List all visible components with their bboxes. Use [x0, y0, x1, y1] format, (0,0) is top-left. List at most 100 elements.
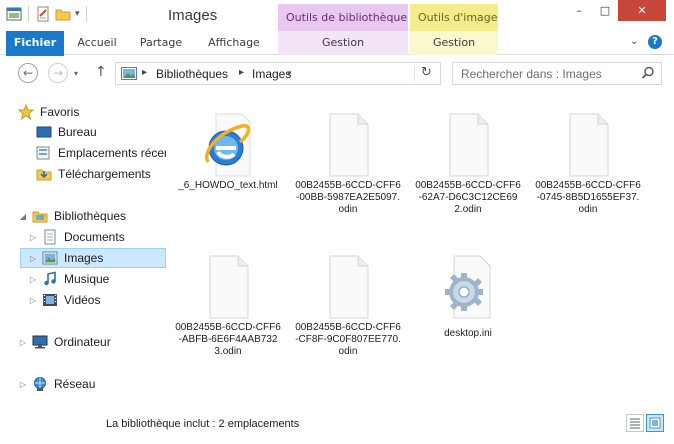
breadcrumb-images[interactable]: Images	[252, 67, 291, 81]
details-view-button[interactable]	[626, 414, 644, 432]
minimize-button[interactable]: –	[566, 0, 592, 21]
large-icons-view-icon	[649, 417, 661, 429]
address-row: ← → ▾ ↑ ▸ Bibliothèques ▸ Images ↻ ▾ Rec…	[0, 56, 674, 90]
address-history-dropdown-icon[interactable]: ▾	[287, 69, 292, 79]
forward-button[interactable]: →	[48, 63, 68, 83]
nav-images-label: Images	[64, 251, 104, 265]
documents-icon	[44, 229, 56, 245]
details-view-icon	[630, 418, 640, 429]
nav-documents-label: Documents	[64, 230, 125, 244]
nav-recent-places-label: Emplacements récents	[58, 146, 166, 160]
tab-home[interactable]: Accueil	[66, 31, 128, 55]
nav-music[interactable]: ▷ Musique	[28, 269, 166, 289]
nav-computer-label: Ordinateur	[54, 335, 111, 349]
nav-computer[interactable]: ▷ Ordinateur	[18, 332, 166, 352]
expand-arrow-icon[interactable]: ▷	[18, 380, 28, 389]
search-input[interactable]: Rechercher dans : Images	[452, 62, 662, 85]
nav-favorites-label: Favoris	[40, 105, 80, 119]
expand-arrow-icon[interactable]: ▷	[28, 254, 38, 263]
expand-arrow-icon[interactable]: ▷	[28, 296, 38, 305]
nav-recent-places[interactable]: Emplacements récents	[36, 143, 166, 163]
tab-manage-picture[interactable]: Gestion	[410, 31, 498, 55]
file-item[interactable]: desktop.ini	[411, 250, 525, 390]
settings-gear-icon	[445, 255, 491, 319]
nav-libraries[interactable]: ◢ Bibliothèques	[18, 206, 166, 226]
large-icons-view-button[interactable]	[646, 414, 664, 432]
nav-music-label: Musique	[64, 272, 110, 286]
nav-network[interactable]: ▷ Réseau	[18, 374, 166, 394]
nav-videos-label: Vidéos	[64, 293, 101, 307]
expand-ribbon-icon[interactable]: ⌄	[630, 36, 638, 47]
close-button[interactable]: ✕	[618, 0, 666, 21]
nav-libraries-label: Bibliothèques	[54, 209, 127, 223]
blank-document-icon	[449, 113, 489, 177]
nav-videos[interactable]: ▷ Vidéos	[28, 290, 166, 310]
context-header-library-tools: Outils de bibliothèque	[278, 4, 408, 31]
file-item[interactable]: _6_HOWDO_text.html	[171, 108, 285, 248]
context-header-library-label: Outils de bibliothèque	[286, 11, 408, 24]
recent-locations-dropdown-icon[interactable]: ▾	[74, 69, 78, 78]
new-folder-icon[interactable]	[55, 6, 71, 22]
file-name: 00B2455B-6CCD-CFF6-CF8F-9C0F807EE770.odi…	[295, 322, 401, 357]
music-icon	[44, 271, 56, 286]
network-icon	[34, 377, 46, 391]
desktop-icon	[36, 126, 52, 138]
customize-toolbar-icon[interactable]: ▾	[75, 9, 80, 19]
file-item[interactable]: 00B2455B-6CCD-CFF6-62A7-D6C3C12CE692.odi…	[411, 108, 525, 248]
nav-documents[interactable]: ▷ Documents	[28, 227, 166, 247]
videos-icon	[43, 294, 57, 306]
back-button[interactable]: ←	[18, 63, 38, 83]
refresh-icon[interactable]: ↻	[421, 65, 432, 80]
tab-view[interactable]: Affichage	[196, 31, 272, 55]
ribbon-tabs: Fichier Accueil Partage Affichage Gestio…	[0, 31, 674, 171]
breadcrumb-chevron-icon[interactable]: ▸	[142, 67, 147, 78]
pictures-library-icon	[121, 67, 137, 80]
file-name: 00B2455B-6CCD-CFF6-00BB-5987EA2E5097.odi…	[295, 180, 401, 215]
tab-share[interactable]: Partage	[130, 31, 192, 55]
computer-icon	[32, 335, 48, 349]
nav-network-label: Réseau	[54, 377, 96, 391]
nav-desktop[interactable]: Bureau	[36, 122, 166, 142]
file-item[interactable]: 00B2455B-6CCD-CFF6-ABFB-6E6F4AAB7323.odi…	[171, 250, 285, 390]
file-list: _6_HOWDO_text.html 00B2455B-6CCD-CFF6-00…	[169, 90, 674, 406]
expand-arrow-icon[interactable]: ▷	[28, 233, 38, 242]
status-bar: La bibliothèque inclut : 2 emplacements	[0, 406, 674, 444]
context-header-picture-label: Outils d'image	[418, 11, 498, 24]
file-name: 00B2455B-6CCD-CFF6-ABFB-6E6F4AAB7323.odi…	[175, 322, 281, 357]
nav-images[interactable]: ▷ Images	[20, 248, 166, 268]
libraries-icon	[32, 211, 48, 223]
quick-access-toolbar: ▾	[6, 6, 89, 22]
file-item[interactable]: 00B2455B-6CCD-CFF6-00BB-5987EA2E5097.odi…	[291, 108, 405, 248]
view-switcher	[626, 414, 664, 432]
arrow-right-icon: →	[52, 66, 64, 80]
properties-icon[interactable]	[35, 6, 51, 22]
nav-desktop-label: Bureau	[58, 125, 97, 139]
tab-manage-library[interactable]: Gestion	[278, 31, 408, 55]
star-icon	[18, 104, 34, 120]
status-text: La bibliothèque inclut : 2 emplacements	[106, 418, 300, 430]
nav-downloads[interactable]: Téléchargements	[36, 164, 166, 184]
title-bar: ▾ Images Outils de bibliothèque Outils d…	[0, 0, 674, 31]
help-icon[interactable]: ?	[648, 35, 662, 49]
nav-favorites[interactable]: Favoris	[18, 102, 166, 122]
downloads-folder-icon	[36, 169, 52, 181]
file-item[interactable]: 00B2455B-6CCD-CFF6-0745-8B5D1655EF37.odi…	[531, 108, 645, 248]
toolbar-divider	[28, 6, 29, 22]
toolbar-divider	[85, 6, 87, 22]
breadcrumb-chevron-icon[interactable]: ▸	[239, 67, 244, 78]
address-bar[interactable]: ▸ Bibliothèques ▸ Images ↻	[115, 62, 441, 85]
search-icon[interactable]	[641, 66, 655, 80]
blank-document-icon	[329, 113, 369, 177]
expand-arrow-icon[interactable]: ▷	[28, 275, 38, 284]
internet-explorer-icon	[205, 113, 251, 177]
file-item[interactable]: 00B2455B-6CCD-CFF6-CF8F-9C0F807EE770.odi…	[291, 250, 405, 390]
up-arrow-icon[interactable]: ↑	[95, 64, 107, 80]
blank-document-icon	[569, 113, 609, 177]
file-name: 00B2455B-6CCD-CFF6-62A7-D6C3C12CE692.odi…	[415, 180, 521, 215]
nav-downloads-label: Téléchargements	[58, 167, 151, 181]
breadcrumb-libraries[interactable]: Bibliothèques	[156, 67, 228, 81]
explorer-window-icon[interactable]	[6, 6, 22, 22]
collapse-arrow-icon[interactable]: ◢	[18, 212, 28, 221]
maximize-button[interactable]: □	[592, 0, 618, 21]
expand-arrow-icon[interactable]: ▷	[18, 338, 28, 347]
